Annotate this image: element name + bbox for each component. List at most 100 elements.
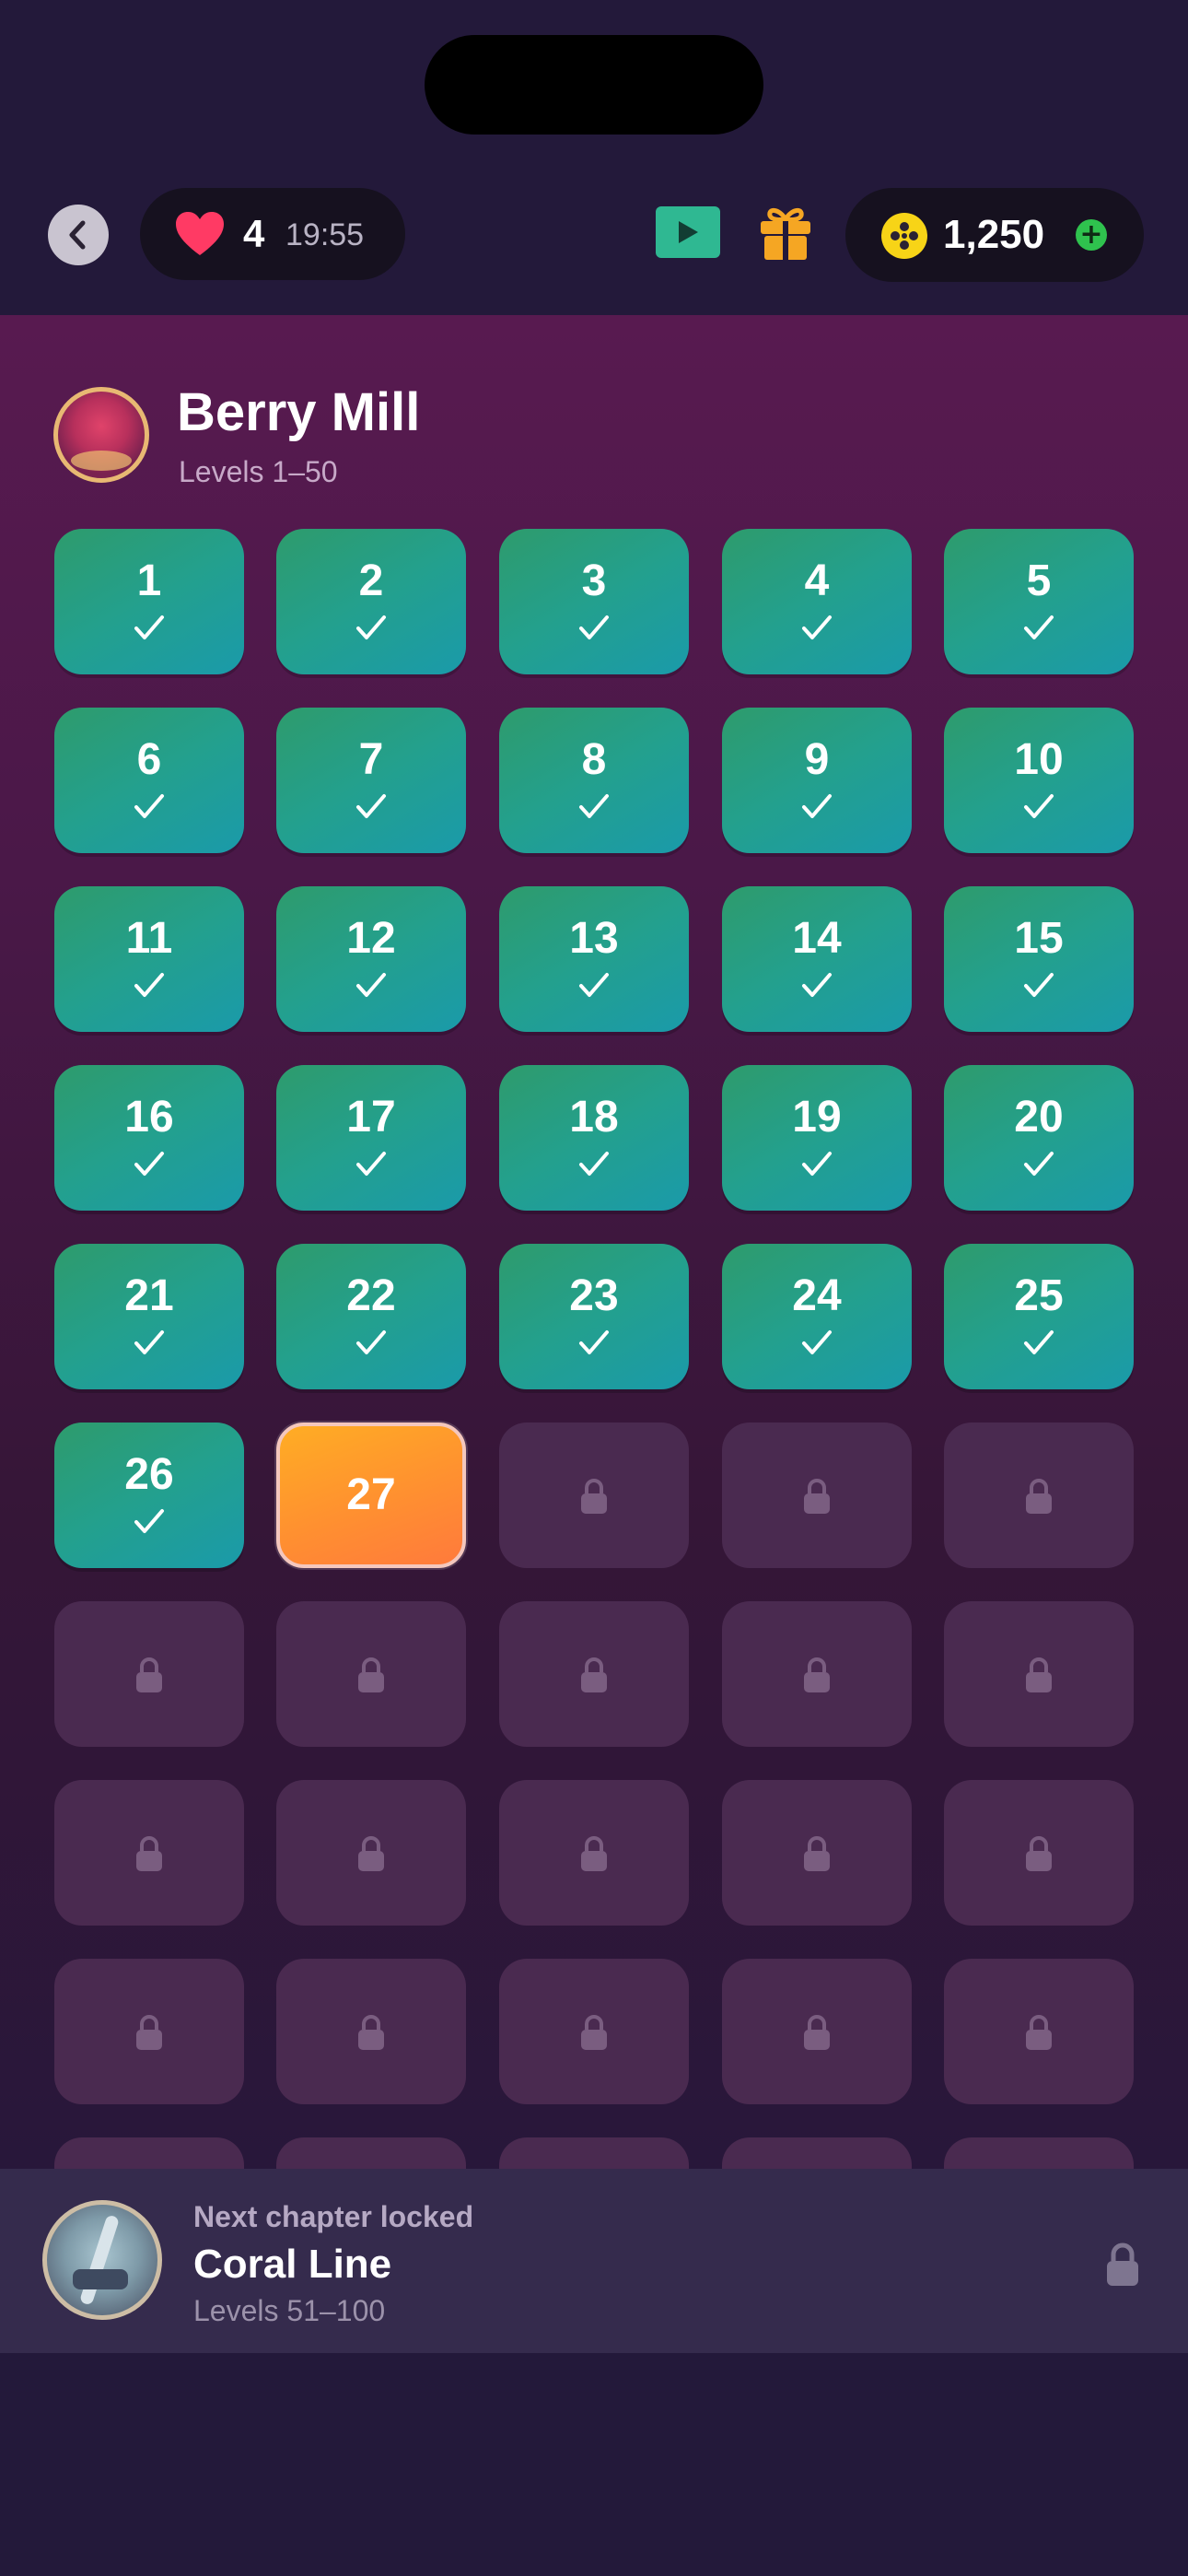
play-video-icon — [679, 221, 698, 243]
lock-icon — [358, 1836, 384, 1871]
level-tile-completed[interactable]: 26 — [54, 1423, 244, 1568]
lock-icon — [581, 1657, 607, 1692]
top-bar: 4 19:55 1,250 + — [0, 184, 1188, 286]
plus-icon: + — [1079, 218, 1103, 251]
level-tile-locked — [944, 1959, 1134, 2104]
check-icon — [802, 1152, 832, 1176]
level-number: 13 — [569, 914, 619, 963]
level-tile-completed[interactable]: 2 — [276, 529, 466, 674]
level-tile-completed[interactable]: 20 — [944, 1065, 1134, 1211]
level-tile-completed[interactable]: 18 — [499, 1065, 689, 1211]
level-tile-completed[interactable]: 19 — [722, 1065, 912, 1211]
level-tile-completed[interactable]: 12 — [276, 886, 466, 1032]
level-tile-completed[interactable]: 16 — [54, 1065, 244, 1211]
heart-icon — [176, 212, 224, 255]
lives-count: 4 — [243, 212, 265, 255]
check-icon — [579, 1330, 609, 1354]
level-tile-completed[interactable]: 9 — [722, 708, 912, 853]
level-tile-completed[interactable]: 13 — [499, 886, 689, 1032]
level-tile-locked — [944, 1780, 1134, 1926]
level-tile-completed[interactable]: 1 — [54, 529, 244, 674]
check-icon — [134, 615, 164, 639]
level-number: 9 — [804, 735, 830, 784]
level-number: 2 — [358, 556, 384, 605]
level-number: 8 — [581, 735, 607, 784]
level-tile-completed[interactable]: 15 — [944, 886, 1134, 1032]
level-tile-completed[interactable]: 23 — [499, 1244, 689, 1389]
level-number: 11 — [125, 914, 173, 963]
chapter-panel: Berry Mill Levels 1–50 1 2 3 4 5 6 7 8 9 10 11 12 13… — [0, 315, 1188, 2169]
level-tile-current[interactable]: 27 — [276, 1423, 466, 1568]
check-icon — [802, 1330, 832, 1354]
check-icon — [802, 794, 832, 818]
lives-indicator[interactable]: 4 19:55 — [140, 188, 405, 280]
level-tile-completed[interactable]: 14 — [722, 886, 912, 1032]
check-icon — [356, 615, 386, 639]
gift-icon — [761, 208, 810, 260]
level-tile-completed[interactable]: 21 — [54, 1244, 244, 1389]
level-tile-locked — [276, 1780, 466, 1926]
lock-icon — [1026, 1657, 1052, 1692]
next-chapter-bar[interactable]: Next chapter locked Coral Line Levels 51… — [0, 2169, 1188, 2353]
check-icon — [802, 973, 832, 997]
level-tile-locked — [499, 2137, 689, 2169]
check-icon — [579, 973, 609, 997]
check-icon — [134, 973, 164, 997]
level-tile-completed[interactable]: 3 — [499, 529, 689, 674]
level-number: 21 — [124, 1271, 174, 1320]
level-number: 27 — [346, 1470, 396, 1519]
level-tile-locked — [944, 2137, 1134, 2169]
level-tile-completed[interactable]: 24 — [722, 1244, 912, 1389]
check-icon — [579, 794, 609, 818]
check-icon — [579, 1152, 609, 1176]
next-chapter-title: Coral Line — [193, 2242, 392, 2287]
check-icon — [134, 1152, 164, 1176]
check-icon — [1024, 973, 1054, 997]
level-tile-locked — [722, 1780, 912, 1926]
level-tile-completed[interactable]: 5 — [944, 529, 1134, 674]
lock-icon — [581, 1479, 607, 1514]
level-tile-locked — [499, 1959, 689, 2104]
check-icon — [1024, 615, 1054, 639]
level-tile-completed[interactable]: 10 — [944, 708, 1134, 853]
check-icon — [356, 1152, 386, 1176]
check-icon — [356, 794, 386, 818]
level-tile-completed[interactable]: 22 — [276, 1244, 466, 1389]
check-icon — [134, 794, 164, 818]
level-number: 16 — [124, 1093, 174, 1142]
level-tile-locked — [54, 2137, 244, 2169]
level-tile-locked — [944, 1601, 1134, 1747]
level-tile-completed[interactable]: 8 — [499, 708, 689, 853]
check-icon — [134, 1509, 164, 1533]
chevron-left-icon — [69, 220, 86, 250]
level-tile-locked — [722, 2137, 912, 2169]
coin-amount: 1,250 — [943, 212, 1045, 257]
lock-icon — [581, 2015, 607, 2050]
level-tile-locked — [499, 1423, 689, 1568]
level-number: 24 — [792, 1271, 842, 1320]
level-tile-completed[interactable]: 17 — [276, 1065, 466, 1211]
next-chapter-label: Next chapter locked — [193, 2200, 474, 2233]
level-tile-locked — [944, 1423, 1134, 1568]
level-tile-completed[interactable]: 11 — [54, 886, 244, 1032]
coins-indicator[interactable]: 1,250 + — [845, 188, 1144, 282]
level-tile-completed[interactable]: 25 — [944, 1244, 1134, 1389]
lock-icon — [1107, 2242, 1138, 2286]
level-tile-locked — [276, 2137, 466, 2169]
check-icon — [1024, 1330, 1054, 1354]
level-select-screen: 4 19:55 1,250 + Berry Mill Levels 1–50 1… — [0, 0, 1188, 2576]
lock-icon — [136, 2015, 162, 2050]
coin-icon — [881, 213, 927, 259]
add-coins-button[interactable]: + — [1076, 219, 1107, 251]
lock-icon — [1026, 2015, 1052, 2050]
back-button[interactable] — [48, 205, 109, 265]
level-number: 18 — [569, 1093, 619, 1142]
check-icon — [802, 615, 832, 639]
level-tile-completed[interactable]: 4 — [722, 529, 912, 674]
next-chapter-levels-range: Levels 51–100 — [193, 2294, 386, 2327]
watch-video-button[interactable] — [656, 206, 720, 258]
level-tile-completed[interactable]: 7 — [276, 708, 466, 853]
level-tile-completed[interactable]: 6 — [54, 708, 244, 853]
gift-button[interactable] — [755, 203, 816, 263]
level-tile-locked — [722, 1959, 912, 2104]
